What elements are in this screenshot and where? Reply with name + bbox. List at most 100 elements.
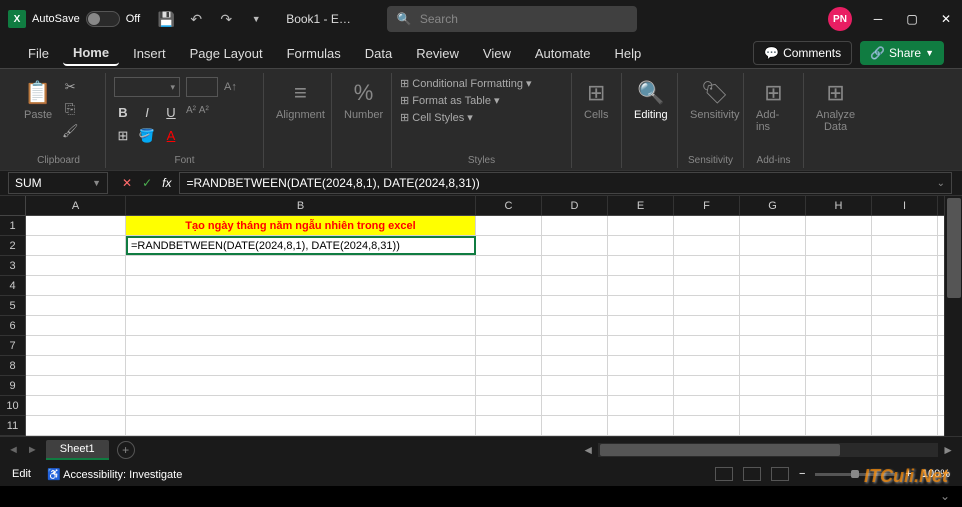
row-header[interactable]: 8	[0, 356, 25, 376]
tab-review[interactable]: Review	[406, 42, 469, 65]
bold-button[interactable]: B	[114, 105, 132, 120]
row-header[interactable]: 11	[0, 416, 25, 436]
cell[interactable]	[476, 376, 542, 395]
cell[interactable]	[476, 316, 542, 335]
tab-data[interactable]: Data	[355, 42, 402, 65]
cell[interactable]	[674, 316, 740, 335]
cell[interactable]	[608, 416, 674, 435]
user-avatar[interactable]: PN	[828, 7, 852, 31]
cell[interactable]	[674, 276, 740, 295]
format-painter-icon[interactable]: 🖌	[60, 121, 80, 141]
cell[interactable]	[542, 336, 608, 355]
page-break-view-icon[interactable]	[771, 467, 789, 481]
conditional-formatting-button[interactable]: ⊞ Conditional Formatting ▾	[400, 77, 532, 90]
cell[interactable]	[542, 216, 608, 235]
row-header[interactable]: 7	[0, 336, 25, 356]
cell[interactable]	[806, 276, 872, 295]
maximize-icon[interactable]: ▢	[904, 11, 920, 27]
cell[interactable]	[740, 396, 806, 415]
cell[interactable]	[740, 276, 806, 295]
cell[interactable]	[476, 216, 542, 235]
cell[interactable]	[806, 416, 872, 435]
cell[interactable]	[740, 376, 806, 395]
cell[interactable]	[740, 296, 806, 315]
format-as-table-button[interactable]: ⊞ Format as Table ▾	[400, 94, 500, 107]
collapse-ribbon-icon[interactable]: ⌄	[940, 489, 950, 503]
minimize-icon[interactable]: ─	[870, 11, 886, 27]
cell[interactable]	[126, 396, 476, 415]
undo-icon[interactable]: ↶	[188, 11, 204, 27]
row-header[interactable]: 6	[0, 316, 25, 336]
cell[interactable]	[26, 336, 126, 355]
cell[interactable]	[740, 216, 806, 235]
cell[interactable]	[26, 296, 126, 315]
col-header[interactable]: F	[674, 196, 740, 215]
cell[interactable]	[608, 296, 674, 315]
cell[interactable]	[674, 296, 740, 315]
cell[interactable]	[542, 356, 608, 375]
cell[interactable]	[26, 396, 126, 415]
cell[interactable]	[608, 216, 674, 235]
cell[interactable]	[476, 356, 542, 375]
search-input[interactable]: 🔍 Search	[387, 6, 637, 32]
cell[interactable]	[542, 396, 608, 415]
cell[interactable]	[126, 416, 476, 435]
qat-dropdown-icon[interactable]: ▼	[248, 11, 264, 27]
cell[interactable]	[126, 356, 476, 375]
comments-button[interactable]: 💬 Comments	[753, 41, 852, 65]
cell[interactable]	[126, 276, 476, 295]
cell[interactable]	[740, 256, 806, 275]
cell-b2-editing[interactable]: =RANDBETWEEN(DATE(2024,8,1), DATE(2024,8…	[126, 236, 476, 255]
tab-file[interactable]: File	[18, 42, 59, 65]
alignment-button[interactable]: ≡ Alignment	[272, 77, 329, 123]
row-header[interactable]: 4	[0, 276, 25, 296]
col-header[interactable]: D	[542, 196, 608, 215]
cell[interactable]	[608, 356, 674, 375]
cell[interactable]	[872, 396, 938, 415]
col-header[interactable]: I	[872, 196, 938, 215]
cell[interactable]	[542, 376, 608, 395]
redo-icon[interactable]: ↷	[218, 11, 234, 27]
cell[interactable]	[608, 276, 674, 295]
row-header[interactable]: 1	[0, 216, 25, 236]
formula-input[interactable]: =RANDBETWEEN(DATE(2024,8,1), DATE(2024,8…	[179, 172, 952, 194]
cell[interactable]	[872, 356, 938, 375]
underline-button[interactable]: U	[162, 105, 180, 120]
accessibility-status[interactable]: ♿ Accessibility: Investigate	[47, 468, 182, 481]
cell[interactable]	[542, 316, 608, 335]
zoom-out-icon[interactable]: −	[799, 468, 805, 480]
cell[interactable]	[542, 236, 608, 255]
cell[interactable]	[674, 236, 740, 255]
cell[interactable]	[542, 276, 608, 295]
cell[interactable]	[806, 236, 872, 255]
cell[interactable]	[26, 256, 126, 275]
tab-home[interactable]: Home	[63, 41, 119, 66]
cell-b1[interactable]: Tạo ngày tháng năm ngẫu nhiên trong exce…	[126, 216, 476, 235]
cell[interactable]	[674, 336, 740, 355]
cell[interactable]	[872, 276, 938, 295]
addins-button[interactable]: ⊞Add-ins	[752, 77, 795, 135]
cell[interactable]	[26, 216, 126, 235]
cell[interactable]	[126, 256, 476, 275]
cell[interactable]	[476, 396, 542, 415]
cell[interactable]	[608, 256, 674, 275]
tab-formulas[interactable]: Formulas	[277, 42, 351, 65]
cell[interactable]	[674, 396, 740, 415]
cell[interactable]	[476, 236, 542, 255]
scroll-left-icon[interactable]: ◄	[582, 443, 594, 457]
col-header[interactable]: B	[126, 196, 476, 215]
horizontal-scrollbar[interactable]	[598, 443, 938, 457]
tab-view[interactable]: View	[473, 42, 521, 65]
cell[interactable]	[806, 296, 872, 315]
cell[interactable]	[542, 296, 608, 315]
share-button[interactable]: 🔗 Share ▼	[860, 41, 944, 65]
col-header[interactable]: E	[608, 196, 674, 215]
border-icon[interactable]: ⊞	[114, 128, 132, 144]
row-header[interactable]: 9	[0, 376, 25, 396]
cell[interactable]	[872, 376, 938, 395]
cell[interactable]	[806, 216, 872, 235]
cell[interactable]	[740, 316, 806, 335]
sheet-tab[interactable]: Sheet1	[46, 440, 109, 460]
cell[interactable]	[476, 276, 542, 295]
font-family-select[interactable]: ▾	[114, 77, 180, 97]
